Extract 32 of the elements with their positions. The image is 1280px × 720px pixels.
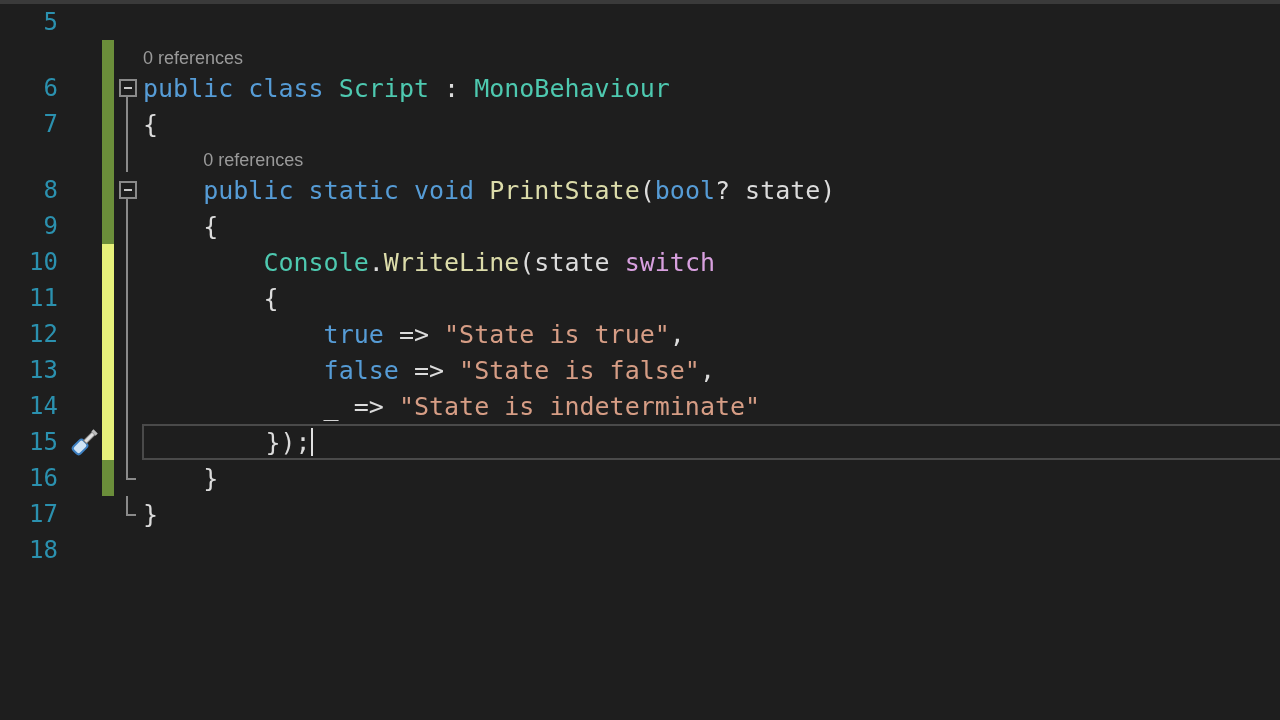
code-line: Console.WriteLine(state switch bbox=[262, 247, 715, 277]
code-line: { bbox=[143, 109, 159, 139]
line-number: 9 bbox=[42, 211, 59, 242]
codelens-link[interactable]: 0 references bbox=[203, 149, 304, 171]
code-line: _ => "State is indeterminate" bbox=[322, 391, 761, 421]
code-line: { bbox=[262, 283, 279, 313]
line-number: 6 bbox=[42, 73, 59, 104]
code-line: public static void PrintState(bool? state) bbox=[202, 175, 836, 205]
line-number: 12 bbox=[28, 319, 59, 350]
code-line: } bbox=[202, 463, 219, 493]
code-line: false => "State is false", bbox=[322, 355, 715, 385]
change-marker bbox=[102, 40, 114, 70]
line-number: 18 bbox=[28, 535, 59, 566]
code-line: { bbox=[202, 211, 219, 241]
line-number: 16 bbox=[28, 463, 59, 494]
line-number: 7 bbox=[42, 109, 59, 140]
line-number: 13 bbox=[28, 355, 59, 386]
code-line: true => "State is true", bbox=[322, 319, 685, 349]
line-number: 15 bbox=[28, 427, 59, 458]
code-line: }); bbox=[264, 427, 311, 457]
text-cursor bbox=[310, 428, 313, 456]
line-number: 10 bbox=[28, 247, 59, 278]
line-number: 11 bbox=[28, 283, 59, 314]
line-number: 14 bbox=[28, 391, 59, 422]
line-number: 8 bbox=[42, 175, 59, 206]
line-number: 5 bbox=[42, 7, 59, 38]
codelens-link[interactable]: 0 references bbox=[143, 47, 244, 69]
collapse-toggle[interactable] bbox=[119, 181, 137, 199]
code-line: } bbox=[143, 499, 159, 529]
code-line: public class Script : MonoBehaviour bbox=[143, 73, 670, 103]
collapse-toggle[interactable] bbox=[119, 79, 137, 97]
line-number: 17 bbox=[28, 499, 59, 530]
